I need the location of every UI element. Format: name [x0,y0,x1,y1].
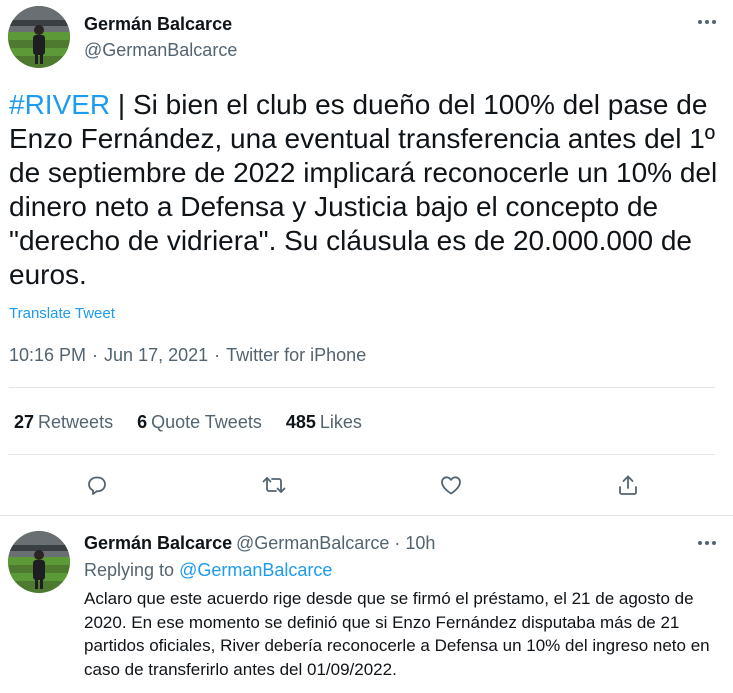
hashtag-link[interactable]: #RIVER [9,89,110,120]
tweet-source[interactable]: Twitter for iPhone [226,345,366,365]
tweet-time[interactable]: 10:16 PM [9,345,86,365]
quote-tweets-stat[interactable]: 6 Quote Tweets [137,412,262,433]
meta-separator: · [214,345,221,365]
reply-text: Aclaro que este acuerdo rige desde que s… [84,589,710,679]
replying-to-mention[interactable]: @GermanBalcarce [179,560,332,580]
translate-tweet-link[interactable]: Translate Tweet [9,305,115,322]
replying-to: Replying to @GermanBalcarce [84,560,332,581]
divider [9,454,715,455]
main-tweet: Germán Balcarce @GermanBalcarce #RIVER |… [0,0,733,515]
reply-icon[interactable] [82,470,112,500]
like-icon[interactable] [436,470,466,500]
tweet-text: #RIVER | Si bien el club es dueño del 10… [9,88,724,292]
reply-author-meta: @GermanBalcarce · 10h [236,533,435,554]
tweet-body: | Si bien el club es dueño del 100% del … [9,89,718,290]
reply-author-name[interactable]: Germán Balcarce [84,533,232,554]
tweet-separator [0,515,733,516]
tweet-metadata: 10:16 PM · Jun 17, 2021 · Twitter for iPhone [9,345,366,366]
divider [9,387,715,388]
share-icon[interactable] [613,470,643,500]
reply-author-handle[interactable]: @GermanBalcarce [236,533,389,553]
author-handle[interactable]: @GermanBalcarce [84,40,237,61]
author-name[interactable]: Germán Balcarce [84,14,232,35]
retweet-icon[interactable] [259,470,289,500]
reply-author-avatar[interactable] [8,531,70,593]
retweets-stat[interactable]: 27 Retweets [14,412,113,433]
author-avatar[interactable] [8,6,70,68]
reply-more-options-icon[interactable] [693,533,721,553]
meta-separator: · [92,345,99,365]
tweet-stats: 27 Retweets 6 Quote Tweets 485 Likes [14,412,362,433]
replying-prefix: Replying to [84,560,175,580]
meta-separator: · [394,533,401,553]
likes-stat[interactable]: 485 Likes [286,412,362,433]
reply-time[interactable]: 10h [405,533,435,553]
more-options-icon[interactable] [693,12,721,32]
tweet-date[interactable]: Jun 17, 2021 [104,345,208,365]
